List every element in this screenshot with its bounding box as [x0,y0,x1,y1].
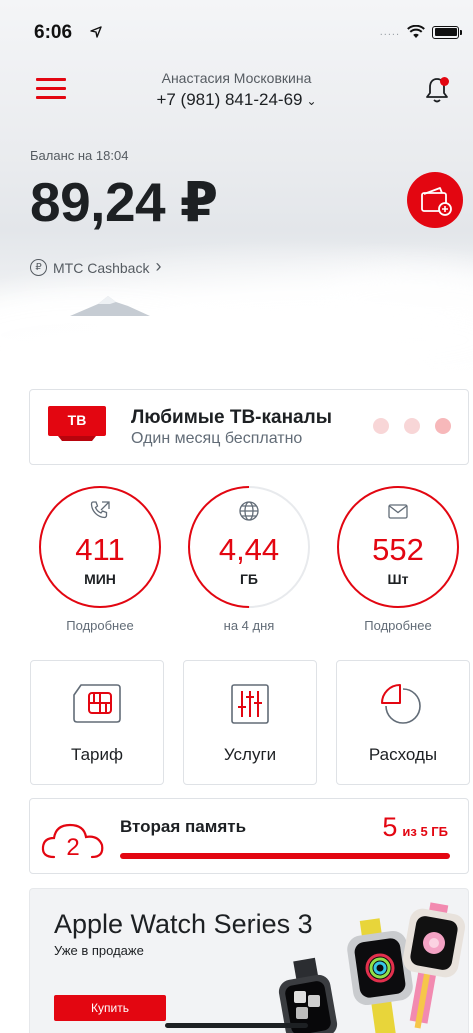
internet-caption: на 4 дня [223,618,275,633]
minutes-unit: МИН [84,571,116,587]
apple-watch-ad[interactable]: Apple Watch Series 3 Уже в продаже Купит… [29,888,469,1033]
tile-tariff-label: Тариф [70,745,123,764]
tile-tariff[interactable]: Тариф [30,660,164,785]
promo-title: Любимые ТВ-каналы [131,407,332,428]
promo-pager [373,418,451,434]
home-indicator[interactable] [165,1023,308,1028]
battery-icon [432,25,462,39]
ruble-coin-icon: ₽ [30,259,47,276]
mountain-peak-illustration [70,296,150,316]
sim-card-icon [73,684,121,723]
cashback-label: МТС Cashback [53,259,150,276]
tile-services[interactable]: Услуги [183,660,317,785]
top-up-button[interactable] [407,172,463,228]
tile-expenses-label: Расходы [368,745,438,764]
sms-unit: Шт [387,571,409,587]
balance-caption: Баланс на 18:04 [30,148,129,163]
counter-internet[interactable]: 4,44 ГБ на 4 дня [187,485,311,633]
status-time: 6:06 [34,22,73,43]
phone-number: +7 (981) 841-24-69 [156,90,303,109]
account-phone: +7 (981) 841-24-69 ⌄ [0,88,473,113]
tile-services-label: Услуги [223,745,277,764]
storage-used: 5 [382,812,398,842]
sms-caption[interactable]: Подробнее [336,618,460,633]
pager-dot[interactable] [373,418,389,434]
pie-chart-icon [381,684,421,724]
storage-title: Вторая память [120,817,247,836]
status-indicators: ..... [379,25,462,39]
app-header: Анастасия Московкина +7 (981) 841-24-69 ⌄ [0,68,473,116]
cell-signal-icon: ..... [379,26,400,38]
wallet-plus-icon [421,187,452,216]
tile-expenses[interactable]: Расходы [336,660,470,785]
counter-sms[interactable]: 552 Шт Подробнее [336,485,460,633]
account-switcher[interactable]: Анастасия Московкина +7 (981) 841-24-69 ⌄ [0,68,473,113]
globe-icon [239,501,259,521]
tv-badge-label: ТВ [67,412,87,428]
sms-value: 552 [372,532,424,567]
storage-amount: 5 из 5 ГБ [382,812,448,843]
buy-button[interactable]: Купить [54,995,166,1021]
ad-subtitle: Уже в продаже [54,943,144,958]
cloud-storage-icon: 2 [41,823,104,861]
cashback-link[interactable]: ₽ МТС Cashback › [30,256,162,277]
svg-text:2: 2 [66,834,79,861]
internet-value: 4,44 [218,532,280,567]
envelope-icon [388,504,408,519]
counter-minutes[interactable]: 411 МИН Подробнее [38,485,162,633]
tv-icon: ТВ [48,406,106,444]
minutes-caption[interactable]: Подробнее [38,618,162,633]
chevron-right-icon: › [155,256,162,276]
storage-total: из 5 ГБ [402,824,448,839]
notification-badge [440,77,449,86]
phone-outgoing-icon [90,501,110,519]
apple-watch-product-image [278,902,466,1033]
status-bar: 6:06 ..... [0,22,473,50]
balance-value: 89,24 ₽ [30,171,218,233]
notifications-button[interactable] [421,74,453,106]
pager-dot[interactable] [404,418,420,434]
chevron-down-icon: ⌄ [306,94,317,108]
second-memory-card[interactable]: 2 Вторая память 5 из 5 ГБ [29,798,469,874]
location-arrow-icon [90,25,102,41]
sliders-icon [231,684,269,724]
account-name: Анастасия Московкина [161,70,312,86]
internet-unit: ГБ [240,571,258,587]
storage-progress-bar [120,853,450,859]
promo-subtitle: Один месяц бесплатно [131,430,303,447]
promo-card-tv[interactable]: ТВ Любимые ТВ-каналы Один месяц бесплатн… [29,389,469,465]
pager-dot-active[interactable] [435,418,451,434]
wifi-icon [407,25,425,38]
minutes-value: 411 [75,532,125,567]
